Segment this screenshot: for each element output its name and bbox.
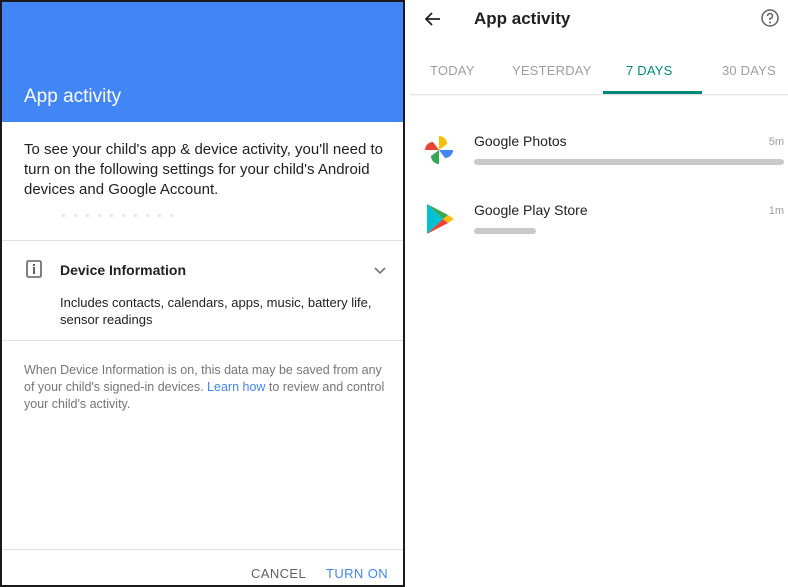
chevron-down-icon[interactable]: [372, 262, 388, 278]
tabs-divider: [410, 94, 788, 96]
device-information-description: Includes contacts, calendars, apps, musi…: [60, 295, 372, 327]
help-icon[interactable]: [760, 8, 780, 28]
google-photos-icon: [425, 136, 453, 164]
tab-7-days[interactable]: 7 DAYS: [626, 63, 672, 78]
usage-bar-track: [474, 159, 784, 165]
usage-bar: [474, 159, 784, 165]
privacy-note: When Device Information is on, this data…: [24, 362, 390, 413]
tab-30-days[interactable]: 30 DAYS: [722, 63, 776, 78]
time-range-tabs: TODAY YESTERDAY 7 DAYS 30 DAYS: [410, 52, 788, 94]
back-arrow-icon[interactable]: [424, 10, 442, 28]
usage-bar: [474, 228, 536, 234]
top-app-bar: App activity: [410, 0, 788, 40]
dialog-intro-text: To see your child's app & device activit…: [24, 141, 383, 198]
app-name: Google Play Store: [474, 202, 588, 218]
device-info-icon: [26, 260, 42, 278]
divider: [2, 240, 403, 241]
app-row-google-photos[interactable]: Google Photos 5m: [410, 133, 788, 189]
app-name: Google Photos: [474, 133, 567, 149]
faded-divider: [62, 214, 182, 217]
turn-on-button[interactable]: TURN ON: [326, 566, 388, 581]
tab-today[interactable]: TODAY: [430, 63, 475, 78]
device-information-setting[interactable]: Device Information Includes contacts, ca…: [24, 254, 390, 327]
screen-title: App activity: [474, 9, 571, 28]
device-information-title: Device Information: [60, 262, 187, 278]
cancel-button[interactable]: CANCEL: [251, 566, 306, 581]
app-row-google-play-store[interactable]: Google Play Store 1m: [410, 202, 788, 258]
app-activity-screen: App activity TODAY YESTERDAY 7 DAYS 30 D…: [410, 0, 788, 587]
app-usage-time: 5m: [768, 136, 784, 148]
divider: [2, 340, 403, 341]
usage-bar-track: [474, 228, 784, 234]
learn-how-link[interactable]: Learn how: [207, 380, 265, 394]
tab-yesterday[interactable]: YESTERDAY: [512, 63, 592, 78]
divider: [2, 549, 403, 550]
google-play-store-icon: [427, 204, 454, 234]
dialog-title: App activity: [24, 86, 122, 107]
app-activity-dialog: App activity To see your child's app & d…: [0, 0, 405, 587]
app-usage-time: 1m: [768, 205, 784, 217]
